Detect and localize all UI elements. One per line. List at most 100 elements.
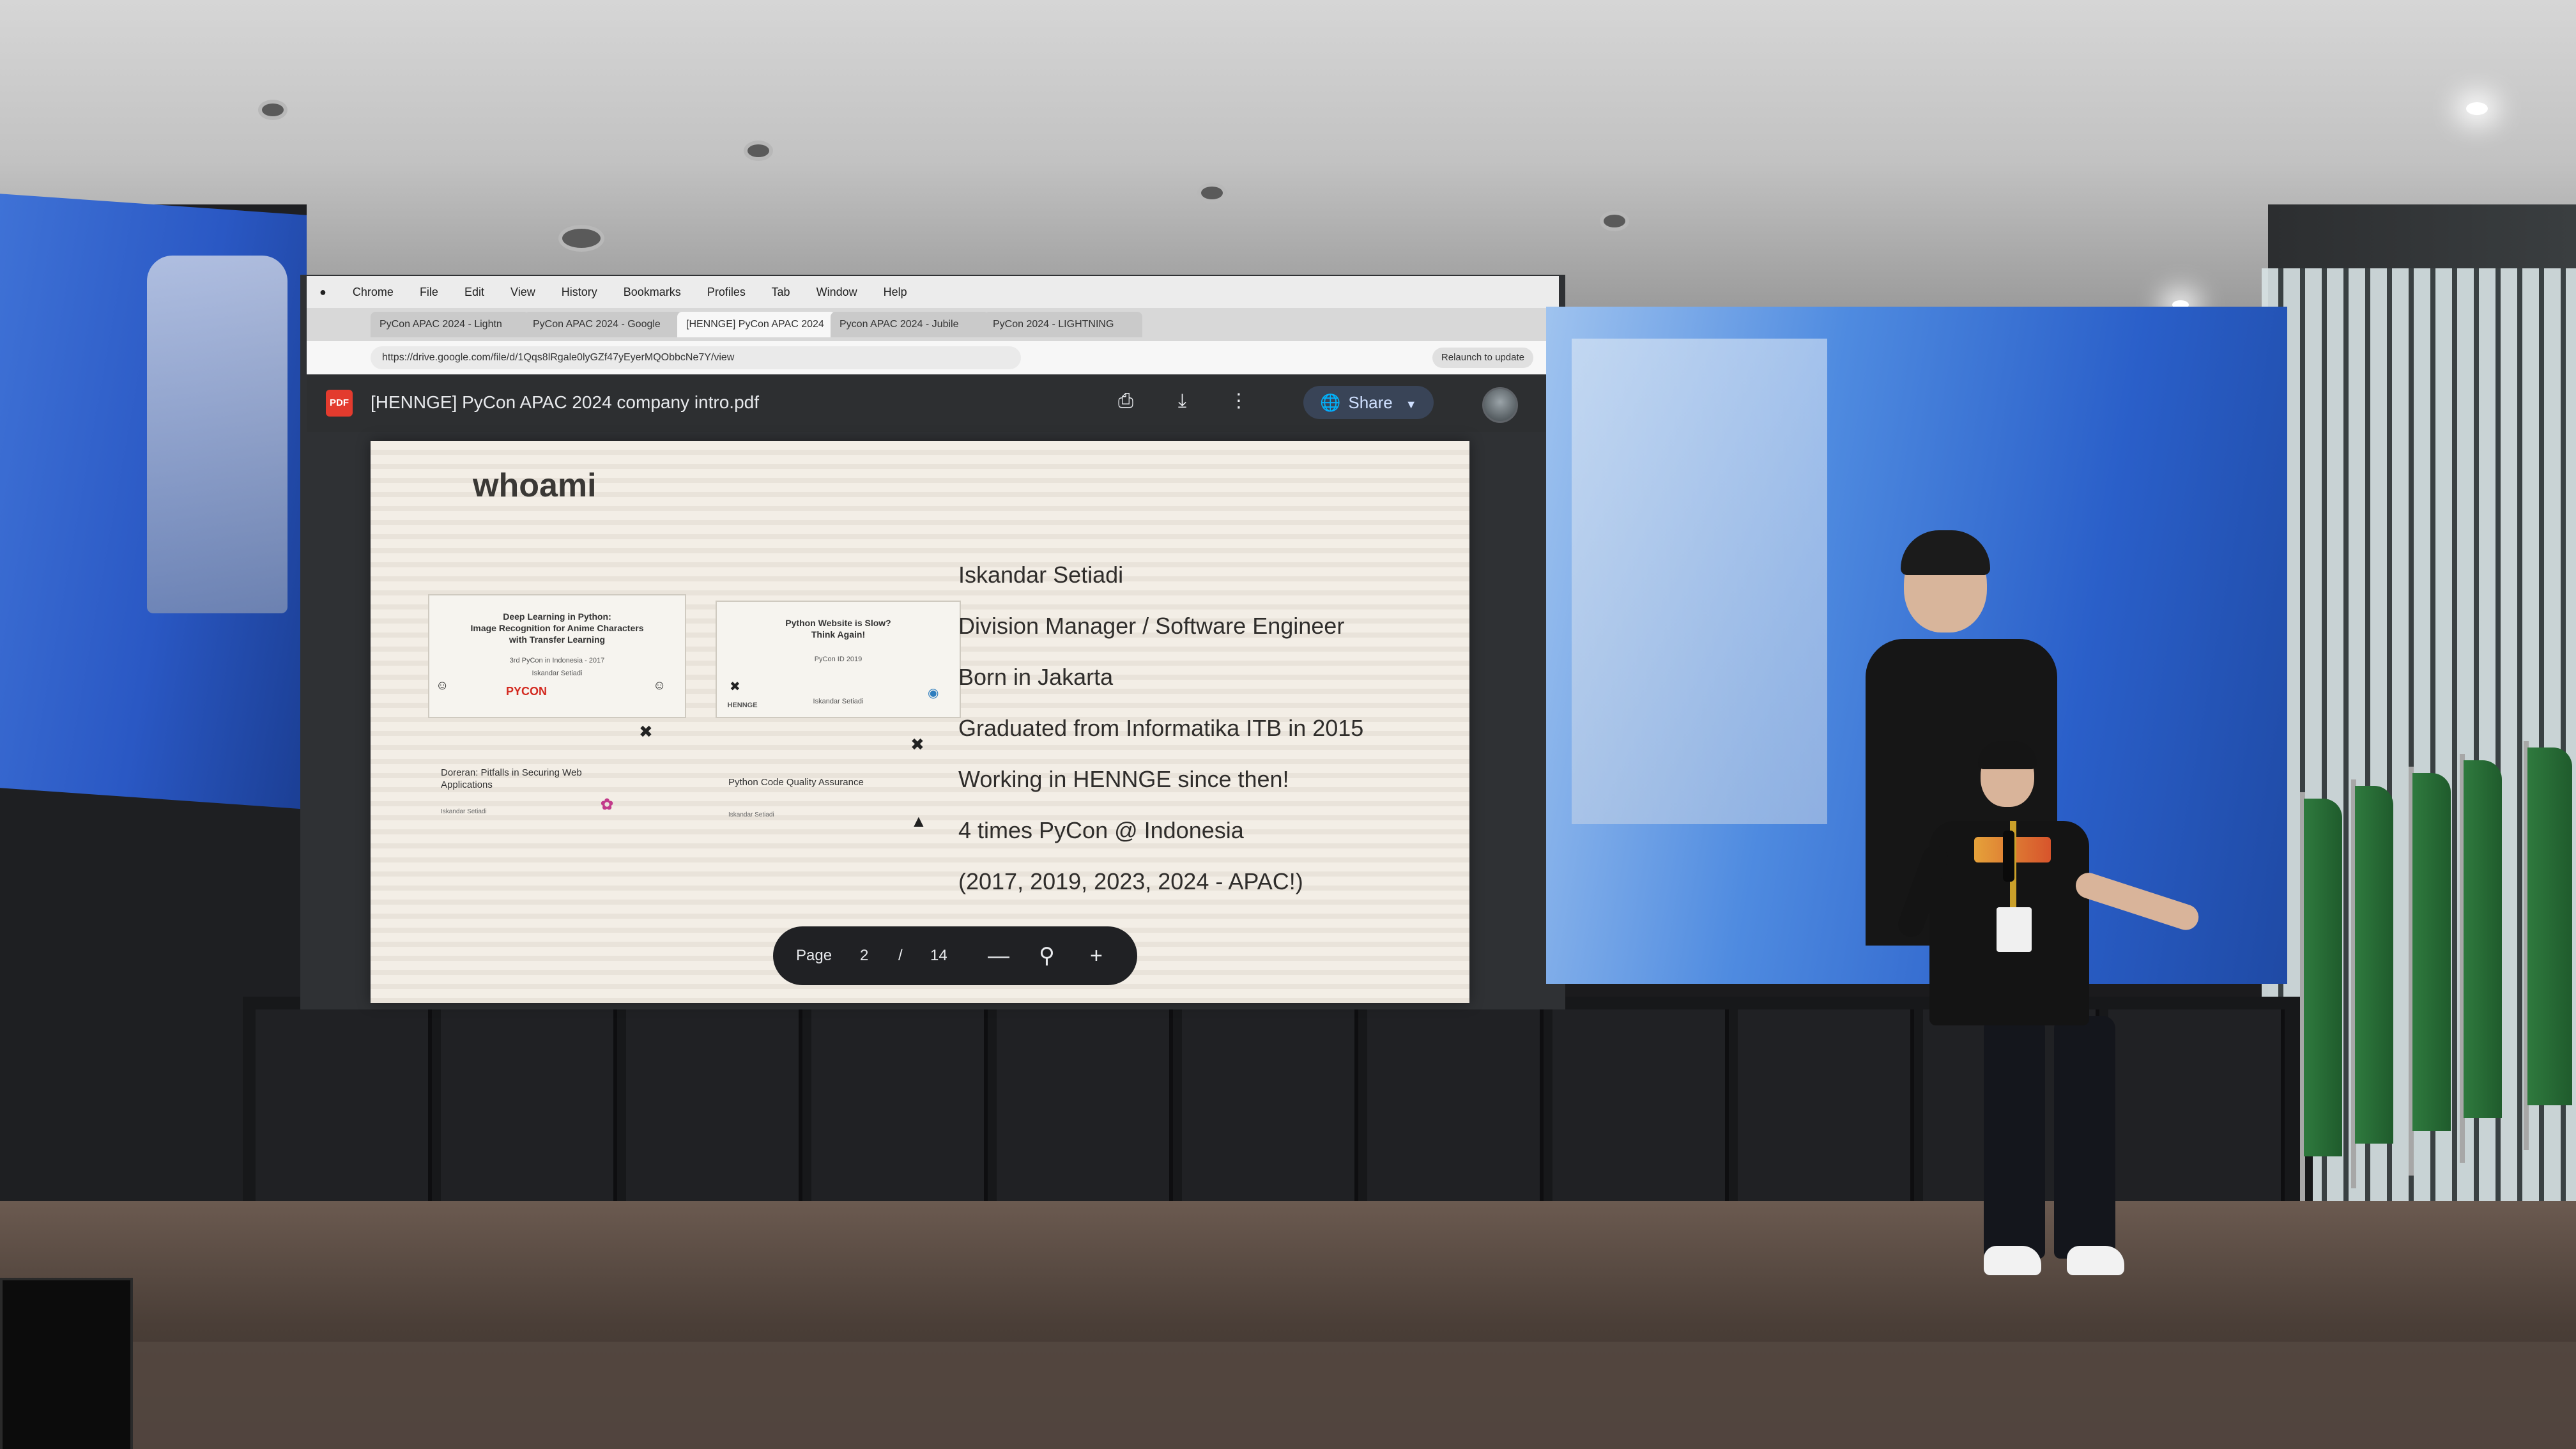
henncge-logo-text: HENNGE [727, 702, 758, 709]
more-vert-icon[interactable]: ⋮ [1225, 387, 1253, 415]
anime-character-icon: ☺ [653, 678, 666, 693]
document-title: [HENNGE] PyCon APAC 2024 company intro.p… [371, 392, 759, 412]
pdf-page-toolbar: Page 2 / 14 — ⚲ + [773, 926, 1137, 985]
chevron-down-icon[interactable]: ▼ [1406, 398, 1417, 411]
speaker-shoe [2067, 1246, 2124, 1275]
anime-character-icon: ☺ [436, 678, 449, 693]
zoom-icon[interactable]: ⚲ [1039, 926, 1055, 985]
bio-education: Graduated from Informatika ITB in 2015 [958, 715, 1364, 741]
speaker-leg [1984, 1016, 2045, 1259]
globe-icon: 🌐 [1320, 393, 1341, 412]
zoom-in-icon[interactable]: + [1090, 926, 1103, 985]
page-label: Page [796, 947, 832, 964]
speaker-badge [1997, 907, 2032, 952]
menu-file[interactable]: File [420, 286, 438, 298]
menu-bookmarks[interactable]: Bookmarks [624, 286, 681, 298]
microphone [2003, 831, 2014, 882]
apple-icon[interactable]: ● [319, 286, 326, 298]
ceiling-light [1201, 187, 1223, 199]
pdf-icon: PDF [326, 390, 353, 417]
pycon-logo: ✿ [601, 796, 614, 813]
menu-window[interactable]: Window [816, 286, 857, 298]
talk-title: Python Code Quality Assurance [728, 777, 864, 788]
menu-profiles[interactable]: Profiles [707, 286, 746, 298]
menu-history[interactable]: History [562, 286, 597, 298]
talk-thumbnail: Python Website is Slow? Think Again! PyC… [716, 601, 961, 718]
projected-background-light [1572, 339, 1827, 824]
menu-view[interactable]: View [510, 286, 535, 298]
wall-panel [1367, 1009, 1544, 1227]
speaker-shoe [1984, 1246, 2041, 1275]
conference-stage-photo: ● Chrome File Edit View History Bookmark… [0, 0, 2576, 1449]
browser-tab[interactable]: PyCon 2024 - LIGHTNING [984, 312, 1142, 337]
green-flag [2304, 799, 2342, 1156]
print-icon[interactable]: ⎙ [1112, 387, 1140, 415]
bio-name: Iskandar Setiadi [958, 562, 1124, 588]
browser-tab[interactable]: PyCon APAC 2024 - Google [524, 312, 682, 337]
pdf-viewer-header: PDF [HENNGE] PyCon APAC 2024 company int… [307, 374, 1546, 432]
projected-speaker [147, 256, 288, 613]
total-pages: 14 [930, 947, 947, 964]
menu-help[interactable]: Help [884, 286, 907, 298]
avatar[interactable] [1482, 387, 1518, 423]
wall-panel [626, 1009, 802, 1227]
menu-chrome[interactable]: Chrome [353, 286, 394, 298]
talk-thumbnail: Deep Learning in Python: Image Recogniti… [428, 594, 686, 718]
viewer-actions: ⎙ ⤓ ⋮ [1112, 387, 1278, 419]
foreground-monitor [0, 1278, 133, 1449]
relaunch-button[interactable]: Relaunch to update [1432, 348, 1533, 368]
henncge-logo-icon: ✖ [730, 680, 740, 694]
slide-title: whoami [473, 467, 597, 504]
green-flag [2527, 747, 2572, 1105]
wall-panel [1738, 1009, 1914, 1227]
browser-tab-active[interactable]: [HENNGE] PyCon APAC 2024 [677, 312, 836, 337]
green-flag [2355, 786, 2393, 1144]
browser-tab[interactable]: Pycon APAC 2024 - Jubile [831, 312, 989, 337]
url-field[interactable]: https://drive.google.com/file/d/1Qqs8lRg… [371, 346, 1021, 369]
wall-panel [2108, 1009, 2285, 1227]
stage-step [0, 1342, 2576, 1449]
wall-panel [1552, 1009, 1729, 1227]
wall-panel [441, 1009, 617, 1227]
bio-role: Division Manager / Software Engineer [958, 613, 1345, 639]
green-flag [2412, 773, 2451, 1131]
ceiling-light [262, 103, 284, 116]
wall-panel [997, 1009, 1173, 1227]
browser-tab-strip: PyCon APAC 2024 - Lightn PyCon APAC 2024… [307, 308, 1546, 341]
green-flag [2464, 760, 2502, 1118]
share-button[interactable]: 🌐 Share ▼ [1303, 386, 1434, 419]
download-icon[interactable]: ⤓ [1168, 387, 1196, 415]
wall-panel [256, 1009, 432, 1227]
ceiling-light [2466, 102, 2488, 115]
talk-author: Iskandar Setiadi [441, 808, 487, 815]
anchor-icon: ▲ [910, 811, 927, 831]
wall-panel [1182, 1009, 1358, 1227]
bio-pycon-years: (2017, 2019, 2023, 2024 - APAC!) [958, 868, 1303, 894]
thumbnail-title: Deep Learning in Python: Image Recogniti… [470, 611, 644, 645]
pdf-slide: whoami Deep Learning in Python: Image Re… [371, 441, 1469, 1003]
pycon-logo: PYCON [506, 685, 548, 698]
ceiling-light [747, 144, 769, 157]
page-number-input[interactable]: 2 [860, 926, 868, 985]
thumbnail-event: PyCon ID 2019 [814, 656, 862, 663]
bio-lines: Iskandar Setiadi Division Manager / Soft… [958, 549, 1457, 907]
browser-tab[interactable]: PyCon APAC 2024 - Lightn [371, 312, 529, 337]
bio-pycon-count: 4 times PyCon @ Indonesia [958, 817, 1244, 843]
speaker-leg [2054, 1016, 2115, 1259]
wall-panel [811, 1009, 988, 1227]
henncge-logo-icon: ✖ [910, 735, 924, 754]
talk-author: Iskandar Setiadi [728, 811, 774, 818]
talk-title: Doreran: Pitfalls in Securing Web Applic… [441, 767, 582, 790]
henncge-logo-icon: ✖ [639, 722, 653, 741]
bio-birthplace: Born in Jakarta [958, 664, 1114, 690]
mac-menu-bar: ● Chrome File Edit View History Bookmark… [307, 276, 1559, 308]
bio-employment: Working in HENNGE since then! [958, 766, 1289, 792]
page-separator: / [898, 947, 903, 964]
menu-edit[interactable]: Edit [464, 286, 484, 298]
menu-tab[interactable]: Tab [772, 286, 790, 298]
browser-address-bar: https://drive.google.com/file/d/1Qqs8lRg… [307, 341, 1546, 374]
zoom-out-icon[interactable]: — [988, 926, 1009, 985]
share-label: Share [1348, 393, 1393, 412]
thumbnail-author: Iskandar Setiadi [532, 670, 583, 677]
python-logo-icon: ◉ [928, 686, 939, 700]
